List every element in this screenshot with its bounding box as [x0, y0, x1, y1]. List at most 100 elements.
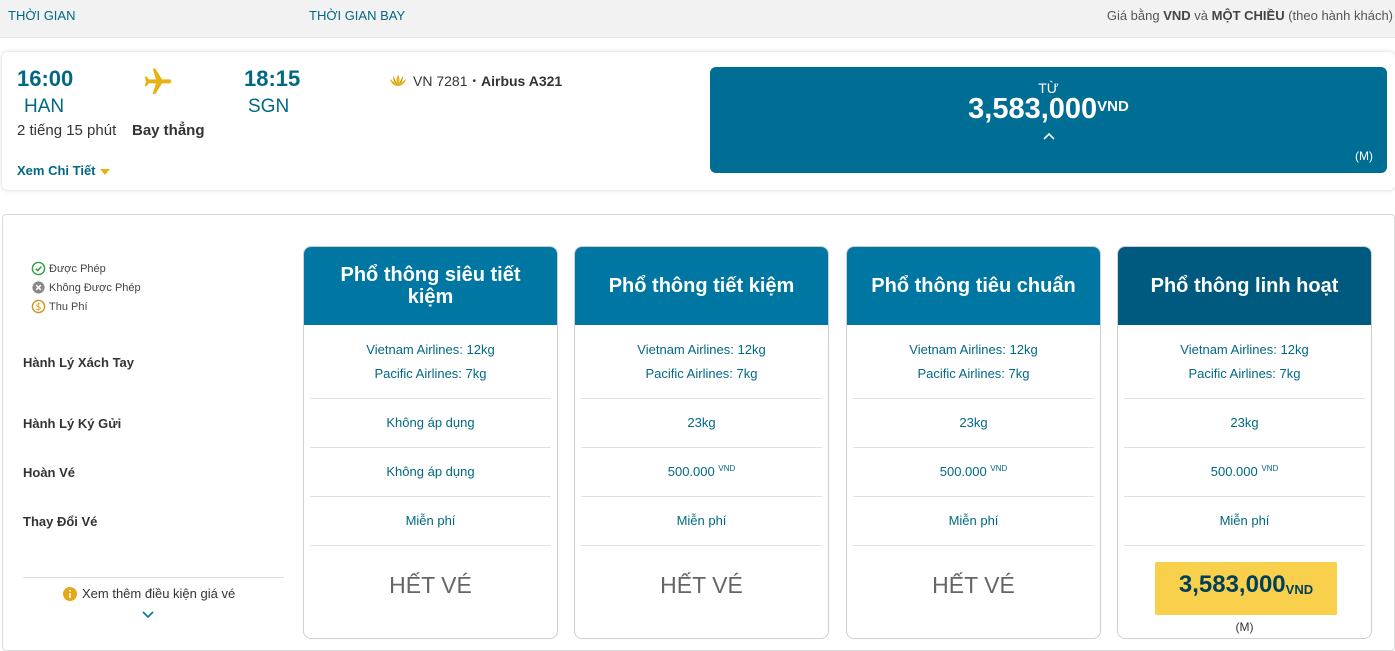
change-value: Miễn phí	[948, 513, 999, 528]
flight-info: VN 7281 • Airbus A321	[388, 73, 562, 89]
divider	[853, 398, 1094, 399]
refund-currency: VND	[1261, 464, 1279, 473]
divider	[581, 545, 822, 546]
check-circle-icon	[31, 261, 46, 276]
select-fare-button[interactable]: 3,583,000VND	[1155, 562, 1337, 615]
refund-currency: VND	[990, 464, 1008, 473]
depart-airport: HAN	[24, 96, 65, 117]
divider	[581, 398, 822, 399]
refund-amount: 500.000	[939, 464, 987, 479]
lowest-price: 3,583,000VND	[710, 93, 1387, 126]
carry-on-pacific: Pacific Airlines: 7kg	[917, 366, 1030, 381]
fare-name: Phổ thông tiêu chuẩn	[847, 247, 1100, 325]
lowest-price-amount: 3,583,000	[968, 93, 1098, 125]
row-label-carry-on: Hành Lý Xách Tay	[23, 355, 135, 370]
change-value: Miễn phí	[676, 513, 727, 528]
row-label-refund: Hoàn Vé	[23, 465, 76, 480]
sold-out-label: HẾT VÉ	[389, 572, 472, 598]
sold-out-label: HẾT VÉ	[660, 572, 743, 598]
divider	[310, 398, 551, 399]
more-conditions-label: Xem thêm điều kiện giá vé	[82, 586, 236, 601]
flight-number: VN 7281	[413, 73, 468, 89]
legend-not-allowed: Không Được Phép	[31, 278, 141, 297]
refund-value: 500.000 VND	[853, 464, 1094, 479]
carry-on-vna: Vietnam Airlines: 12kg	[366, 342, 495, 357]
lotus-logo-icon	[390, 75, 406, 86]
lowest-price-currency: VND	[1097, 98, 1129, 115]
divider	[310, 496, 551, 497]
carry-on-vna: Vietnam Airlines: 12kg	[909, 342, 1038, 357]
svg-text:$: $	[36, 302, 42, 313]
fare-column-saver: Phổ thông tiết kiệm Vietnam Airlines: 12…	[574, 246, 829, 639]
fare-booking-class: (M)	[1235, 620, 1254, 634]
flight-stops: Bay thẳng	[132, 122, 205, 139]
divider	[1124, 496, 1365, 497]
caret-down-icon	[99, 168, 110, 175]
refund-amount: 500.000	[667, 464, 715, 479]
currency-note-currency: VND	[1163, 8, 1191, 23]
divider	[581, 447, 822, 448]
currency-note-prefix: Giá bằng	[1106, 8, 1164, 23]
refund-currency: VND	[718, 464, 736, 473]
fare-price-amount: 3,583,000	[1178, 571, 1286, 598]
lowest-price-box[interactable]: TỪ 3,583,000VND (M)	[710, 67, 1387, 173]
chevron-up-icon[interactable]	[1042, 129, 1056, 143]
currency-note: Giá bằng VND và MỘT CHIỀU (theo hành khá…	[1107, 8, 1393, 23]
checked-baggage: 23kg	[959, 415, 988, 430]
refund-amount: 500.000	[1210, 464, 1258, 479]
info-icon	[63, 586, 77, 601]
divider	[310, 447, 551, 448]
flight-duration: 2 tiếng 15 phút	[17, 122, 117, 139]
change-value: Miễn phí	[1219, 513, 1270, 528]
row-label-checked: Hành Lý Ký Gửi	[23, 416, 122, 431]
legend-allowed: Được Phép	[31, 259, 141, 278]
currency-note-trip: MỘT CHIỀU	[1211, 8, 1285, 23]
divider	[853, 545, 1094, 546]
depart-time: 16:00	[17, 66, 74, 91]
aircraft-type: Airbus A321	[481, 73, 563, 89]
x-circle-icon	[32, 281, 45, 294]
fare-name: Phổ thông siêu tiết kiệm	[304, 247, 557, 325]
fare-column-standard: Phổ thông tiêu chuẩn Vietnam Airlines: 1…	[846, 246, 1101, 639]
view-details-link[interactable]: Xem Chi Tiết	[17, 163, 110, 178]
currency-note-mid: và	[1190, 8, 1212, 23]
checked-baggage: Không áp dụng	[386, 415, 475, 430]
fare-column-super-saver: Phổ thông siêu tiết kiệm Vietnam Airline…	[303, 246, 558, 639]
divider	[1124, 398, 1365, 399]
arrive-airport: SGN	[248, 96, 290, 117]
divider	[581, 496, 822, 497]
carry-on-pacific: Pacific Airlines: 7kg	[645, 366, 758, 381]
legend-fee-label: Thu Phí	[49, 300, 88, 313]
chevron-down-icon[interactable]	[141, 610, 155, 620]
flight-card: 16:00 HAN 18:15 SGN 2 tiếng 15 phút Bay …	[2, 52, 1395, 190]
currency-note-suffix: (theo hành khách)	[1284, 8, 1393, 23]
fare-column-flex: Phổ thông linh hoạt Vietnam Airlines: 12…	[1117, 246, 1372, 639]
fare-options-panel: Được Phép Không Được Phép $ Thu Phí Hành…	[2, 214, 1395, 651]
change-value: Miễn phí	[405, 513, 456, 528]
divider	[1124, 545, 1365, 546]
carry-on-pacific: Pacific Airlines: 7kg	[1188, 366, 1301, 381]
refund-value: Không áp dụng	[310, 464, 551, 479]
fare-name: Phổ thông linh hoạt	[1118, 247, 1371, 325]
divider	[853, 447, 1094, 448]
divider	[23, 577, 284, 578]
legend-not-allowed-label: Không Được Phép	[49, 281, 141, 294]
airplane-icon	[144, 68, 172, 94]
price-booking-class: (M)	[1355, 149, 1373, 163]
dollar-circle-icon: $	[31, 299, 46, 314]
row-label-change: Thay Đổi Vé	[23, 514, 98, 529]
more-conditions-link[interactable]: Xem thêm điều kiện giá vé	[63, 586, 235, 601]
legend-fee: $ Thu Phí	[31, 297, 141, 316]
sold-out-label: HẾT VÉ	[932, 572, 1015, 598]
carry-on-vna: Vietnam Airlines: 12kg	[1180, 342, 1309, 357]
fare-price-currency: VND	[1285, 582, 1314, 597]
view-details-label: Xem Chi Tiết	[17, 163, 96, 178]
fare-name: Phổ thông tiết kiệm	[575, 247, 828, 325]
results-header: THỜI GIAN THỜI GIAN BAY Giá bằng VND và …	[0, 0, 1395, 38]
header-time: THỜI GIAN	[8, 8, 76, 23]
arrive-time: 18:15	[244, 66, 301, 91]
legend: Được Phép Không Được Phép $ Thu Phí	[31, 259, 141, 316]
refund-value: 500.000 VND	[1124, 464, 1365, 479]
carry-on-vna: Vietnam Airlines: 12kg	[637, 342, 766, 357]
refund-amount: Không áp dụng	[386, 464, 475, 479]
